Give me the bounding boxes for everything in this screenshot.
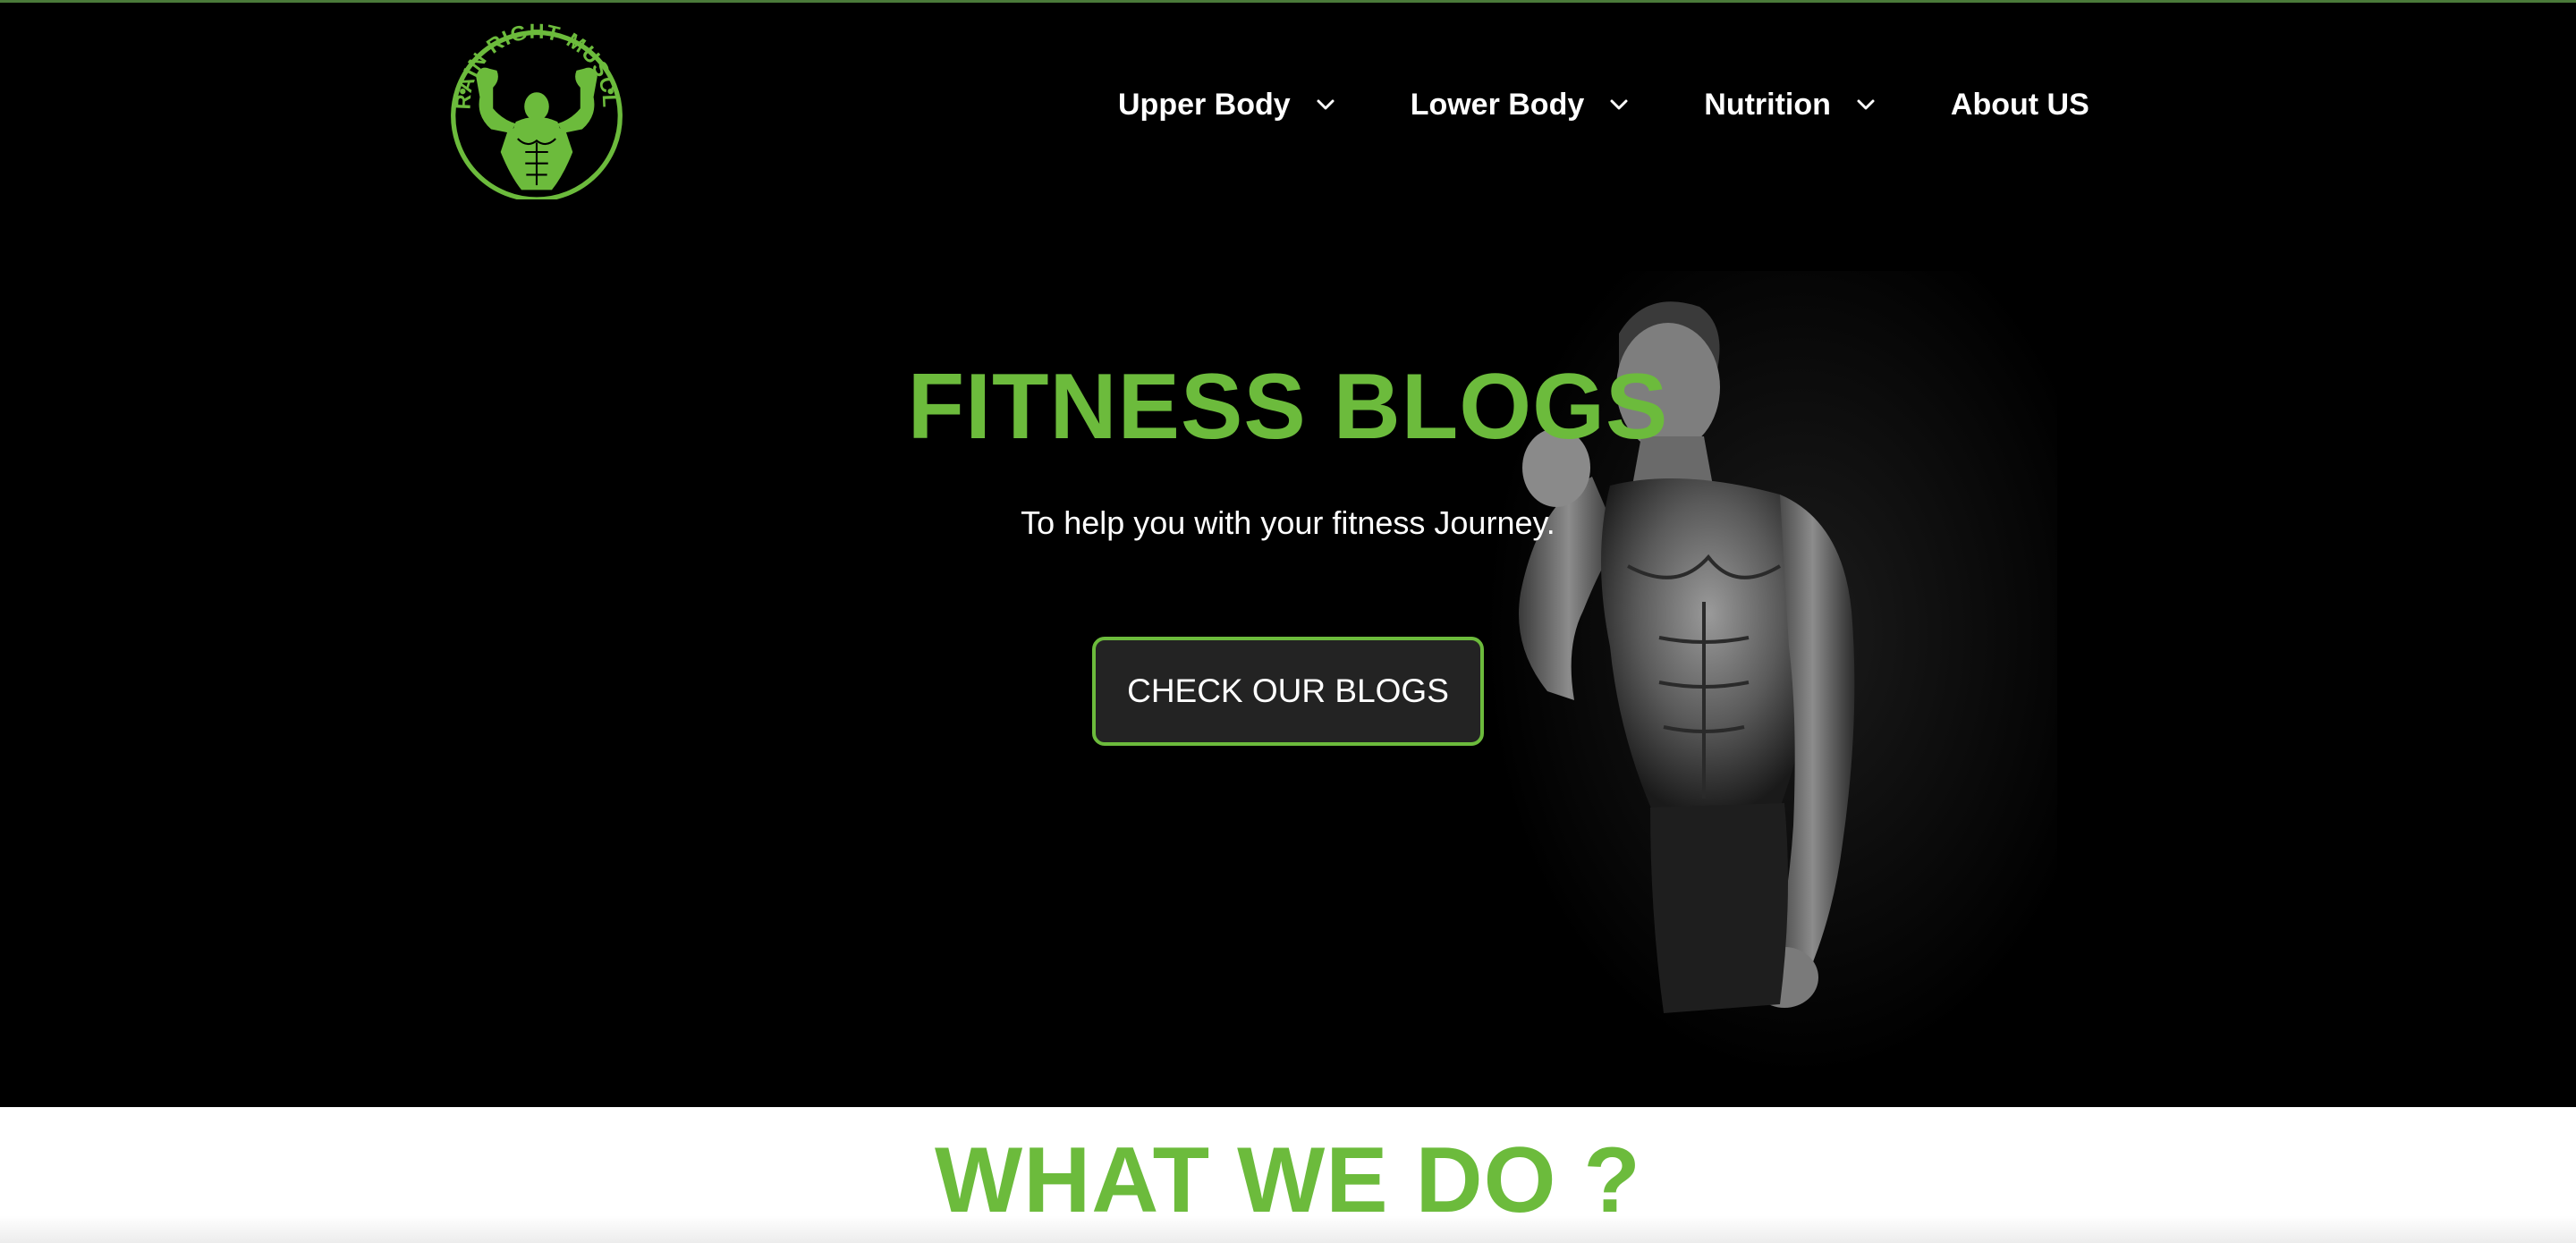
nav-item-label: Lower Body <box>1410 87 1585 122</box>
main-nav: Upper Body Lower Body Nutrition About US <box>1118 78 2089 131</box>
hero-title: FITNESS BLOGS <box>907 355 1669 459</box>
nav-item-label: Nutrition <box>1704 87 1831 122</box>
hero-subtitle: To help you with your fitness Journey. <box>1021 504 1555 541</box>
section-title: WHAT WE DO ? <box>935 1129 1641 1232</box>
what-we-do-section: WHAT WE DO ? <box>0 1107 2576 1243</box>
hero-section: TRAIN RIGHT MUSCLE Upper Body <box>0 0 2576 1107</box>
check-our-blogs-button[interactable]: CHECK OUR BLOGS <box>1092 637 1484 746</box>
nav-item-upper-body[interactable]: Upper Body <box>1118 88 1335 123</box>
nav-item-lower-body[interactable]: Lower Body <box>1411 88 1630 123</box>
nav-item-nutrition[interactable]: Nutrition <box>1704 88 1876 123</box>
chevron-down-icon <box>1317 99 1335 110</box>
chevron-down-icon <box>1610 99 1628 110</box>
chevron-down-icon <box>1857 99 1875 110</box>
nav-item-label: About US <box>1950 87 2089 122</box>
logo[interactable]: TRAIN RIGHT MUSCLE <box>442 10 631 199</box>
nav-item-about-us[interactable]: About US <box>1951 88 2089 123</box>
nav-item-label: Upper Body <box>1118 87 1291 122</box>
